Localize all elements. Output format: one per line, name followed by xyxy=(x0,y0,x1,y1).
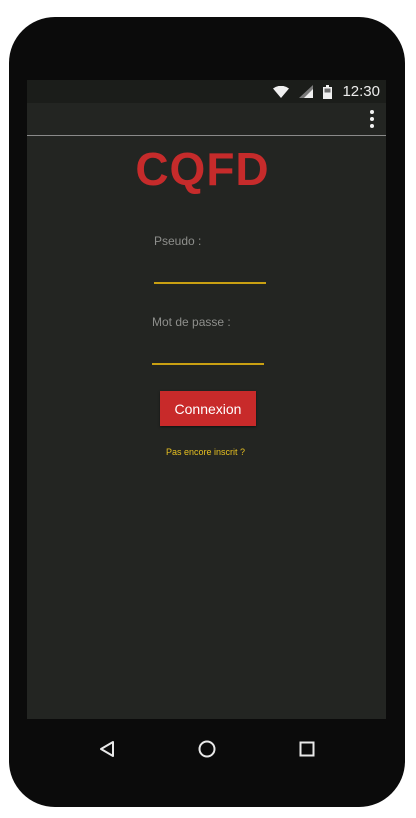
status-bar: 12:30 xyxy=(27,80,386,103)
back-icon[interactable] xyxy=(95,737,119,761)
password-input[interactable] xyxy=(152,339,264,365)
app-logo: CQFD xyxy=(135,143,270,195)
home-icon[interactable] xyxy=(195,737,219,761)
app-screen: 12:30 CQFD Pseudo : Mot de passe : Conne… xyxy=(27,80,386,719)
connexion-button[interactable]: Connexion xyxy=(160,391,256,426)
pseudo-label: Pseudo : xyxy=(154,234,202,248)
navigation-bar xyxy=(27,719,386,779)
pseudo-input[interactable] xyxy=(154,258,266,284)
overflow-menu-icon[interactable] xyxy=(366,107,378,131)
battery-icon xyxy=(323,84,333,99)
signal-icon xyxy=(299,85,314,98)
register-link[interactable]: Pas encore inscrit ? xyxy=(27,447,384,457)
recents-icon[interactable] xyxy=(295,737,319,761)
wifi-icon xyxy=(273,85,290,98)
status-icons: 12:30 xyxy=(273,80,380,103)
password-label: Mot de passe : xyxy=(152,315,231,329)
status-time: 12:30 xyxy=(342,83,380,100)
app-bar xyxy=(27,103,386,136)
